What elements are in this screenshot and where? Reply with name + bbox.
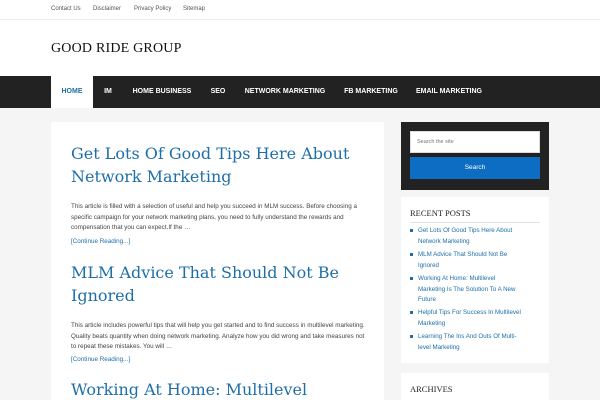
search-input[interactable] (410, 131, 540, 153)
continue-reading-link-1[interactable]: [Continue Reading...] (71, 238, 130, 245)
bullet-icon (410, 277, 413, 280)
nav-item-home-business[interactable]: HOME BUSINESS (123, 76, 201, 108)
main-content: Get Lots Of Good Tips Here About Network… (51, 122, 384, 400)
contact-us-link[interactable]: Contact Us (51, 6, 81, 12)
primary-nav: HOME IM HOME BUSINESS SEO NETWORK MARKET… (0, 76, 600, 108)
top-utility-bar: Contact Us Disclaimer Privacy Policy Sit… (0, 0, 600, 20)
archives-widget: ARCHIVES (401, 373, 549, 400)
nav-item-email-marketing[interactable]: EMAIL MARKETING (407, 76, 491, 108)
nav-item-network-marketing[interactable]: NETWORK MARKETING (235, 76, 335, 108)
site-header: GOOD RIDE GROUP (0, 20, 600, 76)
recent-posts-title: RECENT POSTS (410, 208, 471, 218)
bullet-icon (410, 311, 413, 314)
post-excerpt-1: This article is filled with a selection … (71, 203, 357, 231)
recent-posts-widget: RECENT POSTS Get Lots Of Good Tips Here … (401, 197, 549, 363)
widget-divider (410, 222, 540, 223)
search-widget: Search (401, 122, 549, 190)
post-title-2-line-2[interactable]: Ignored (71, 284, 135, 307)
sitemap-link[interactable]: Sitemap (183, 6, 205, 12)
privacy-policy-link[interactable]: Privacy Policy (134, 6, 171, 12)
nav-item-fb-marketing[interactable]: FB MARKETING (335, 76, 407, 108)
post-title-1-line-1[interactable]: Get Lots Of Good Tips Here About (71, 142, 349, 165)
bullet-icon (410, 253, 413, 256)
nav-item-im[interactable]: IM (93, 76, 123, 108)
nav-item-seo[interactable]: SEO (201, 76, 235, 108)
search-button[interactable]: Search (410, 157, 540, 179)
post-title-2-line-1[interactable]: MLM Advice That Should Not Be (71, 261, 339, 284)
disclaimer-link[interactable]: Disclaimer (93, 6, 121, 12)
bullet-icon (410, 335, 413, 338)
post-title-3-line-1[interactable]: Working At Home: Multilevel (71, 378, 307, 400)
bullet-icon (410, 229, 413, 232)
nav-item-home[interactable]: HOME (51, 76, 93, 108)
post-excerpt-2: This article includes powerful tips that… (71, 322, 365, 350)
site-title[interactable]: GOOD RIDE GROUP (51, 41, 182, 57)
post-title-1-line-2[interactable]: Network Marketing (71, 165, 231, 188)
archives-title: ARCHIVES (410, 384, 453, 394)
continue-reading-link-2[interactable]: [Continue Reading...] (71, 356, 130, 363)
